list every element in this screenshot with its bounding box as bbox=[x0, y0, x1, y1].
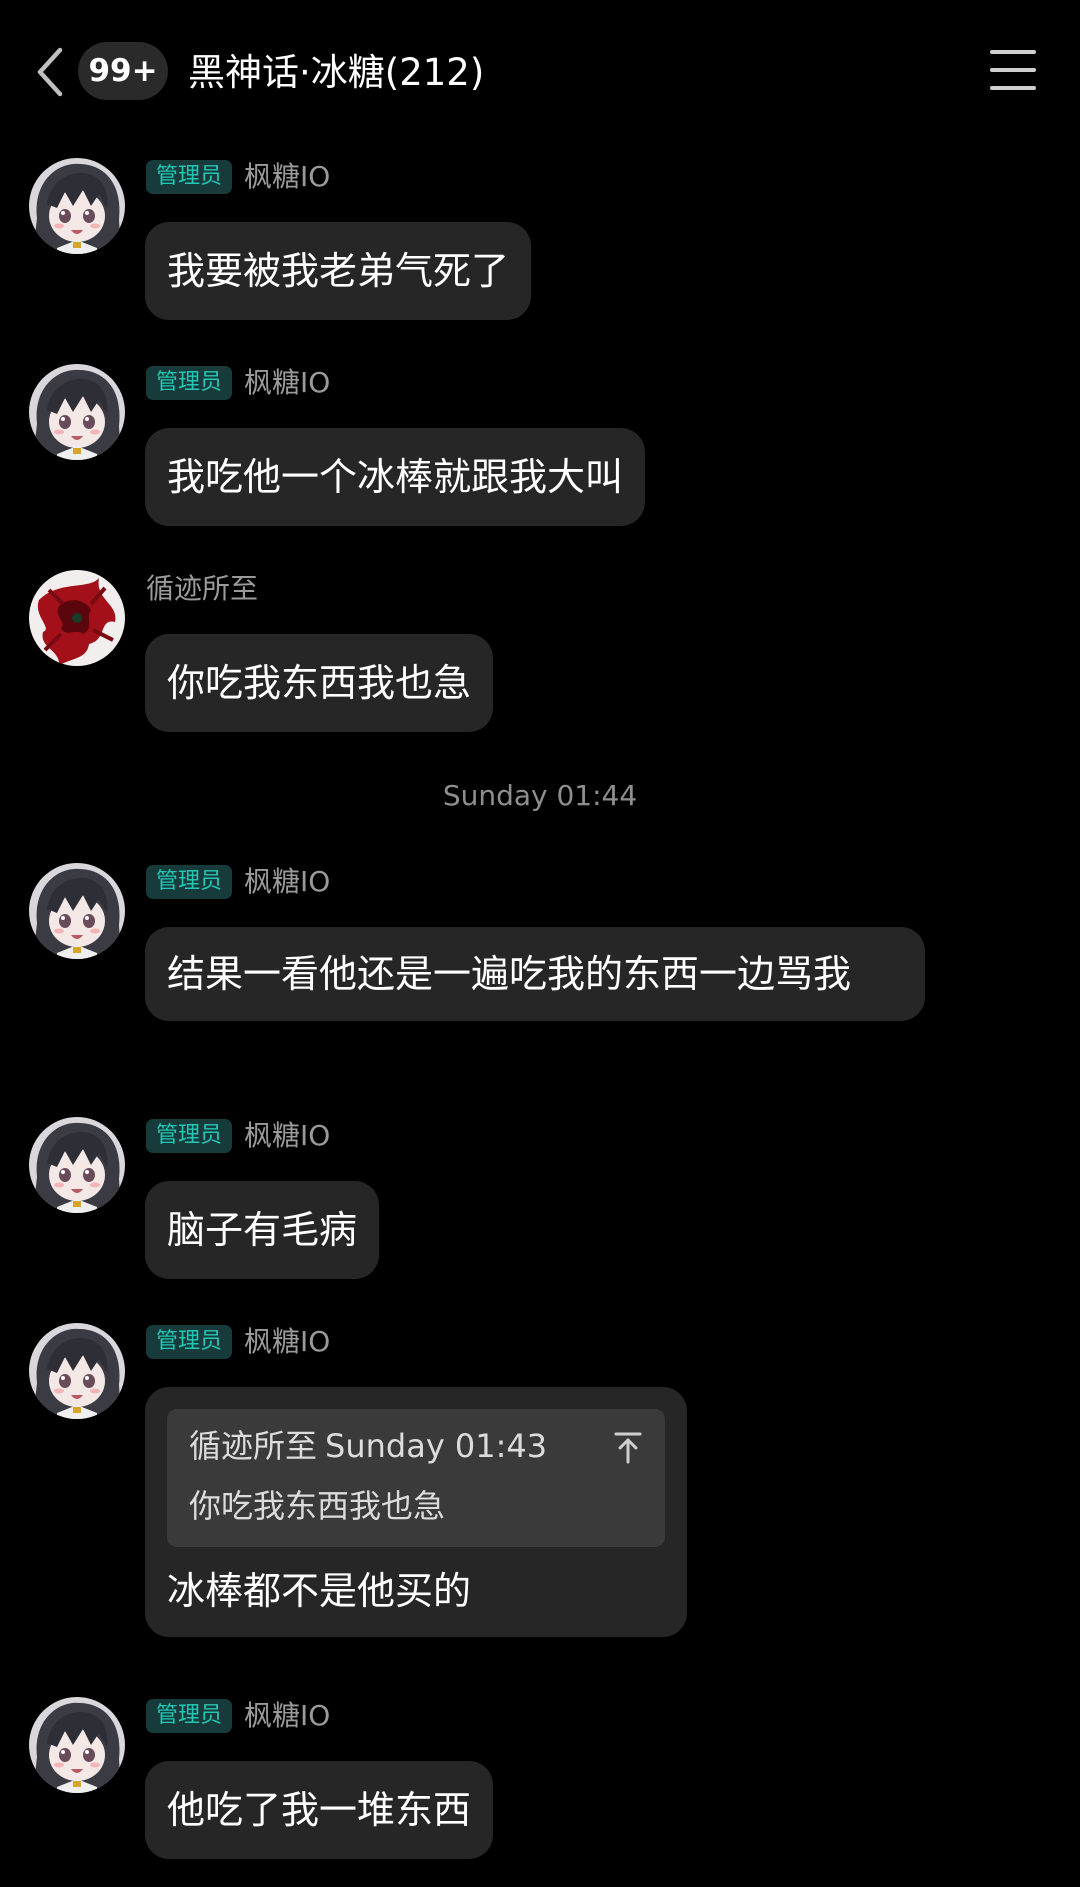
admin-badge: 管理员 bbox=[146, 865, 233, 899]
hamburger-menu-icon-line bbox=[990, 68, 1036, 72]
sender-name[interactable]: 循迹所至 bbox=[146, 572, 258, 606]
admin-badge: 管理员 bbox=[146, 1699, 233, 1733]
chat-header: 99+ 黑神话·冰糖(212) bbox=[0, 0, 1080, 140]
sender-row: 管理员 枫糖IO bbox=[146, 1699, 330, 1733]
sender-name[interactable]: 枫糖IO bbox=[244, 1325, 330, 1359]
message-bubble[interactable]: 结果一看他还是一遍吃我的东西一边骂我 bbox=[145, 927, 925, 1021]
avatar[interactable] bbox=[29, 1117, 125, 1213]
chevron-left-icon bbox=[37, 47, 63, 97]
sender-row: 管理员 枫糖IO bbox=[146, 1325, 330, 1359]
message-bubble[interactable]: 我吃他一个冰棒就跟我大叫 bbox=[145, 428, 646, 526]
message-bubble[interactable]: 我要被我老弟气死了 bbox=[145, 222, 532, 320]
jump-to-top-icon[interactable] bbox=[613, 1431, 643, 1465]
sender-row: 管理员 枫糖IO bbox=[146, 1119, 330, 1153]
admin-badge: 管理员 bbox=[146, 160, 233, 194]
menu-button[interactable] bbox=[990, 50, 1036, 90]
chat-title: 黑神话·冰糖(212) bbox=[188, 51, 485, 94]
sender-name[interactable]: 枫糖IO bbox=[244, 160, 330, 194]
avatar[interactable] bbox=[29, 1697, 125, 1793]
avatar[interactable] bbox=[29, 1323, 125, 1419]
timestamp-separator: Sunday 01:44 bbox=[442, 779, 638, 812]
quote-text: 你吃我东西我也急 bbox=[189, 1487, 446, 1525]
quoted-message[interactable]: 循迹所至 Sunday 01:43 你吃我东西我也急 bbox=[167, 1409, 665, 1547]
quote-sender: 循迹所至 bbox=[189, 1427, 318, 1465]
hamburger-menu-icon bbox=[990, 50, 1036, 54]
message-bubble[interactable]: 他吃了我一堆东西 bbox=[145, 1761, 494, 1859]
sender-row: 管理员 枫糖IO bbox=[146, 865, 330, 899]
sender-row: 管理员 枫糖IO bbox=[146, 160, 330, 194]
avatar[interactable] bbox=[29, 863, 125, 959]
sender-row: 管理员 枫糖IO bbox=[146, 366, 330, 400]
message-text: 冰棒都不是他买的 bbox=[167, 1569, 472, 1613]
back-button[interactable] bbox=[28, 44, 72, 100]
sender-row: 循迹所至 bbox=[146, 572, 258, 606]
avatar[interactable] bbox=[29, 158, 125, 254]
admin-badge: 管理员 bbox=[146, 1119, 233, 1153]
sender-name[interactable]: 枫糖IO bbox=[244, 1119, 330, 1153]
message-bubble[interactable]: 脑子有毛病 bbox=[145, 1181, 380, 1279]
quote-header: 循迹所至 Sunday 01:43 bbox=[189, 1423, 643, 1469]
message-bubble[interactable]: 循迹所至 Sunday 01:43 你吃我东西我也急 冰棒都不是他买的 bbox=[145, 1387, 687, 1637]
quote-time: Sunday 01:43 bbox=[325, 1427, 548, 1465]
message-bubble[interactable]: 你吃我东西我也急 bbox=[145, 634, 494, 732]
admin-badge: 管理员 bbox=[146, 1325, 233, 1359]
sender-name[interactable]: 枫糖IO bbox=[244, 865, 330, 899]
sender-name[interactable]: 枫糖IO bbox=[244, 366, 330, 400]
avatar[interactable] bbox=[29, 570, 125, 666]
hamburger-menu-icon-line bbox=[990, 86, 1036, 90]
unread-count-badge[interactable]: 99+ bbox=[78, 42, 168, 100]
avatar[interactable] bbox=[29, 364, 125, 460]
admin-badge: 管理员 bbox=[146, 366, 233, 400]
sender-name[interactable]: 枫糖IO bbox=[244, 1699, 330, 1733]
